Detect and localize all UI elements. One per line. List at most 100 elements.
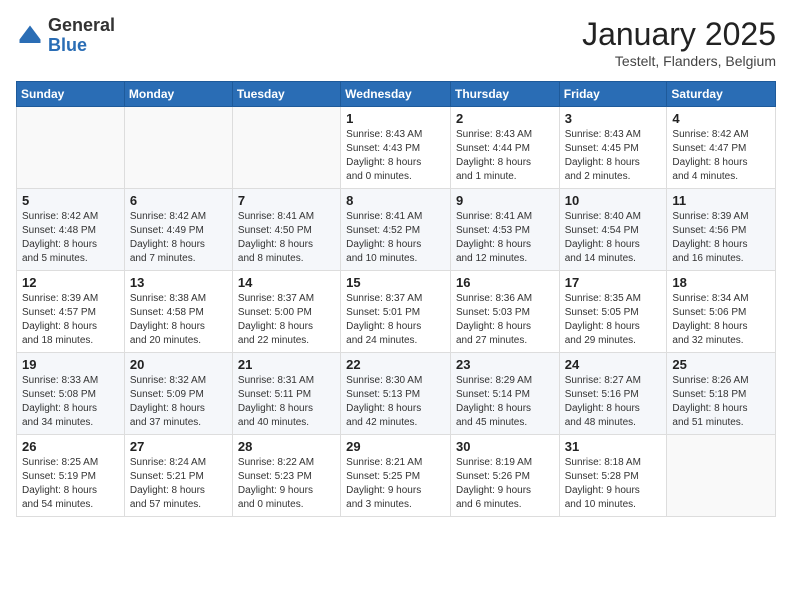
day-info: Sunrise: 8:38 AM Sunset: 4:58 PM Dayligh…	[130, 292, 227, 348]
title-block: January 2025 Testelt, Flanders, Belgium	[582, 16, 776, 69]
day-number: 18	[672, 275, 770, 290]
day-info: Sunrise: 8:37 AM Sunset: 5:01 PM Dayligh…	[346, 292, 445, 348]
day-number: 1	[346, 111, 445, 126]
calendar-cell	[17, 107, 125, 189]
calendar-cell: 13 Sunrise: 8:38 AM Sunset: 4:58 PM Dayli…	[124, 271, 232, 353]
logo-general: General	[48, 15, 115, 35]
day-number: 12	[22, 275, 119, 290]
day-number: 30	[456, 439, 554, 454]
logo-icon	[16, 22, 44, 50]
day-info: Sunrise: 8:42 AM Sunset: 4:47 PM Dayligh…	[672, 128, 770, 184]
calendar-cell: 2 Sunrise: 8:43 AM Sunset: 4:44 PM Daylig…	[450, 107, 559, 189]
day-number: 2	[456, 111, 554, 126]
day-number: 19	[22, 357, 119, 372]
day-number: 21	[238, 357, 335, 372]
day-number: 24	[565, 357, 662, 372]
day-number: 8	[346, 193, 445, 208]
calendar-cell: 6Sunrise: 8:42 AM Sunset: 4:49 PM Daylig…	[124, 189, 232, 271]
calendar-table: SundayMondayTuesdayWednesdayThursdayFrid…	[16, 81, 776, 517]
day-info: Sunrise: 8:42 AM Sunset: 4:48 PM Dayligh…	[22, 210, 119, 266]
day-number: 29	[346, 439, 445, 454]
calendar-cell: 30 Sunrise: 8:19 AM Sunset: 5:26 PM Dayli…	[450, 435, 559, 517]
calendar-cell: 11 Sunrise: 8:39 AM Sunset: 4:56 PM Dayli…	[667, 189, 776, 271]
day-of-week-header: Tuesday	[232, 82, 340, 107]
calendar-cell	[232, 107, 340, 189]
day-info: Sunrise: 8:22 AM Sunset: 5:23 PM Dayligh…	[238, 456, 335, 512]
day-number: 14	[238, 275, 335, 290]
day-number: 7	[238, 193, 335, 208]
day-number: 15	[346, 275, 445, 290]
day-number: 25	[672, 357, 770, 372]
day-info: Sunrise: 8:40 AM Sunset: 4:54 PM Dayligh…	[565, 210, 662, 266]
day-info: Sunrise: 8:34 AM Sunset: 5:06 PM Dayligh…	[672, 292, 770, 348]
day-info: Sunrise: 8:36 AM Sunset: 5:03 PM Dayligh…	[456, 292, 554, 348]
day-info: Sunrise: 8:18 AM Sunset: 5:28 PM Dayligh…	[565, 456, 662, 512]
day-info: Sunrise: 8:39 AM Sunset: 4:57 PM Dayligh…	[22, 292, 119, 348]
calendar-cell: 16 Sunrise: 8:36 AM Sunset: 5:03 PM Dayli…	[450, 271, 559, 353]
day-of-week-header: Wednesday	[341, 82, 451, 107]
day-number: 4	[672, 111, 770, 126]
day-number: 3	[565, 111, 662, 126]
calendar-cell: 18 Sunrise: 8:34 AM Sunset: 5:06 PM Dayli…	[667, 271, 776, 353]
calendar-cell: 3 Sunrise: 8:43 AM Sunset: 4:45 PM Daylig…	[559, 107, 667, 189]
calendar-week-row: 5 Sunrise: 8:42 AM Sunset: 4:48 PM Daylig…	[17, 189, 776, 271]
logo-text: General Blue	[48, 16, 115, 56]
location: Testelt, Flanders, Belgium	[582, 53, 776, 69]
day-info: Sunrise: 8:33 AM Sunset: 5:08 PM Dayligh…	[22, 374, 119, 430]
day-number: 31	[565, 439, 662, 454]
calendar-cell: 28 Sunrise: 8:22 AM Sunset: 5:23 PM Dayli…	[232, 435, 340, 517]
calendar-cell: 1Sunrise: 8:43 AM Sunset: 4:43 PM Daylig…	[341, 107, 451, 189]
calendar-cell: 26 Sunrise: 8:25 AM Sunset: 5:19 PM Dayli…	[17, 435, 125, 517]
day-number: 13	[130, 275, 227, 290]
day-of-week-header: Thursday	[450, 82, 559, 107]
calendar-cell	[667, 435, 776, 517]
calendar-week-row: 1Sunrise: 8:43 AM Sunset: 4:43 PM Daylig…	[17, 107, 776, 189]
calendar-cell: 22Sunrise: 8:30 AM Sunset: 5:13 PM Dayli…	[341, 353, 451, 435]
calendar-cell: 10Sunrise: 8:40 AM Sunset: 4:54 PM Dayli…	[559, 189, 667, 271]
day-of-week-header: Friday	[559, 82, 667, 107]
calendar-cell: 24Sunrise: 8:27 AM Sunset: 5:16 PM Dayli…	[559, 353, 667, 435]
day-info: Sunrise: 8:30 AM Sunset: 5:13 PM Dayligh…	[346, 374, 445, 430]
calendar-cell: 5 Sunrise: 8:42 AM Sunset: 4:48 PM Daylig…	[17, 189, 125, 271]
calendar-cell: 21 Sunrise: 8:31 AM Sunset: 5:11 PM Dayli…	[232, 353, 340, 435]
day-info: Sunrise: 8:41 AM Sunset: 4:52 PM Dayligh…	[346, 210, 445, 266]
calendar-cell: 27 Sunrise: 8:24 AM Sunset: 5:21 PM Dayli…	[124, 435, 232, 517]
day-number: 20	[130, 357, 227, 372]
day-info: Sunrise: 8:29 AM Sunset: 5:14 PM Dayligh…	[456, 374, 554, 430]
page-header: General Blue January 2025 Testelt, Fland…	[16, 16, 776, 69]
day-info: Sunrise: 8:19 AM Sunset: 5:26 PM Dayligh…	[456, 456, 554, 512]
day-info: Sunrise: 8:41 AM Sunset: 4:53 PM Dayligh…	[456, 210, 554, 266]
day-info: Sunrise: 8:32 AM Sunset: 5:09 PM Dayligh…	[130, 374, 227, 430]
calendar-cell: 29 Sunrise: 8:21 AM Sunset: 5:25 PM Dayli…	[341, 435, 451, 517]
calendar-cell: 15 Sunrise: 8:37 AM Sunset: 5:01 PM Dayli…	[341, 271, 451, 353]
logo-blue: Blue	[48, 35, 87, 55]
calendar-week-row: 12 Sunrise: 8:39 AM Sunset: 4:57 PM Dayli…	[17, 271, 776, 353]
day-number: 11	[672, 193, 770, 208]
day-info: Sunrise: 8:39 AM Sunset: 4:56 PM Dayligh…	[672, 210, 770, 266]
day-info: Sunrise: 8:43 AM Sunset: 4:45 PM Dayligh…	[565, 128, 662, 184]
day-info: Sunrise: 8:24 AM Sunset: 5:21 PM Dayligh…	[130, 456, 227, 512]
day-number: 5	[22, 193, 119, 208]
day-info: Sunrise: 8:21 AM Sunset: 5:25 PM Dayligh…	[346, 456, 445, 512]
day-info: Sunrise: 8:25 AM Sunset: 5:19 PM Dayligh…	[22, 456, 119, 512]
day-of-week-header: Monday	[124, 82, 232, 107]
day-info: Sunrise: 8:41 AM Sunset: 4:50 PM Dayligh…	[238, 210, 335, 266]
logo: General Blue	[16, 16, 115, 56]
day-number: 17	[565, 275, 662, 290]
calendar-cell: 14Sunrise: 8:37 AM Sunset: 5:00 PM Dayli…	[232, 271, 340, 353]
day-info: Sunrise: 8:26 AM Sunset: 5:18 PM Dayligh…	[672, 374, 770, 430]
day-number: 28	[238, 439, 335, 454]
day-info: Sunrise: 8:31 AM Sunset: 5:11 PM Dayligh…	[238, 374, 335, 430]
calendar-week-row: 19 Sunrise: 8:33 AM Sunset: 5:08 PM Dayli…	[17, 353, 776, 435]
day-number: 26	[22, 439, 119, 454]
day-of-week-header: Sunday	[17, 82, 125, 107]
day-info: Sunrise: 8:35 AM Sunset: 5:05 PM Dayligh…	[565, 292, 662, 348]
calendar-cell: 31 Sunrise: 8:18 AM Sunset: 5:28 PM Dayli…	[559, 435, 667, 517]
calendar-cell: 9Sunrise: 8:41 AM Sunset: 4:53 PM Daylig…	[450, 189, 559, 271]
calendar-cell: 7 Sunrise: 8:41 AM Sunset: 4:50 PM Daylig…	[232, 189, 340, 271]
day-number: 16	[456, 275, 554, 290]
day-number: 27	[130, 439, 227, 454]
day-info: Sunrise: 8:43 AM Sunset: 4:44 PM Dayligh…	[456, 128, 554, 184]
day-info: Sunrise: 8:42 AM Sunset: 4:49 PM Dayligh…	[130, 210, 227, 266]
calendar-week-row: 26 Sunrise: 8:25 AM Sunset: 5:19 PM Dayli…	[17, 435, 776, 517]
